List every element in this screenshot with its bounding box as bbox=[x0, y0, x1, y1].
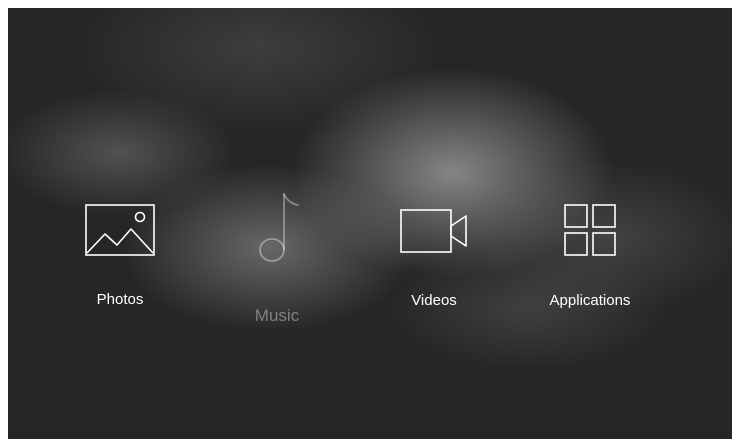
apps-grid-icon bbox=[564, 204, 616, 256]
menu-item-label-applications: Applications bbox=[549, 292, 631, 309]
menu-item-music[interactable]: Music bbox=[207, 191, 347, 326]
photo-icon bbox=[85, 204, 155, 256]
menu-item-label-videos: Videos bbox=[411, 292, 457, 309]
music-note-icon bbox=[259, 193, 299, 262]
menu-item-applications[interactable]: Applications bbox=[520, 204, 660, 309]
video-camera-icon bbox=[400, 209, 467, 253]
menu-item-label-photos: Photos bbox=[96, 291, 144, 308]
menu-item-photos[interactable]: Photos bbox=[50, 204, 190, 308]
menu-item-label-music: Music bbox=[254, 306, 300, 325]
home-screen: Photos Music Videos Applications bbox=[8, 8, 732, 439]
menu-item-videos[interactable]: Videos bbox=[364, 209, 504, 309]
